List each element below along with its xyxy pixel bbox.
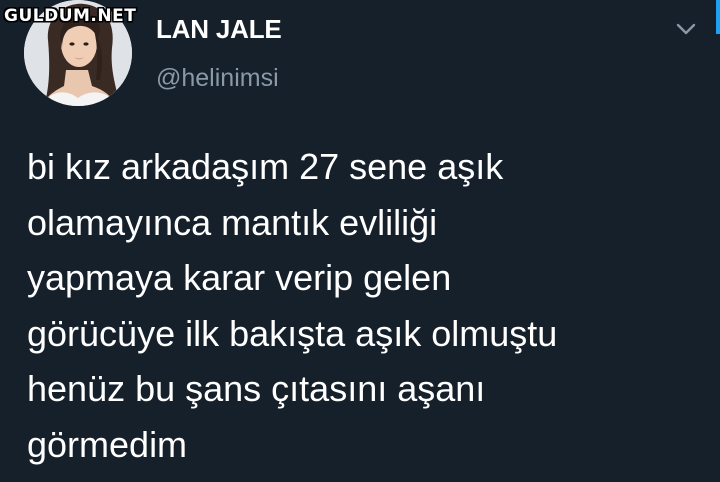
accent-strip xyxy=(716,0,720,34)
tweet-screenshot: GULDUM.NET LAN JALE @helinimsi bi kız ar… xyxy=(0,0,720,482)
watermark: GULDUM.NET xyxy=(4,6,137,26)
tweet-text-line: henüz bu şans çıtasını aşanı xyxy=(27,368,486,409)
tweet-text-line: görücüye ilk bakışta aşık olmuştu xyxy=(27,312,558,354)
tweet-text-line: yapmaya karar verip gelen xyxy=(27,257,452,298)
user-handle[interactable]: @helinimsi xyxy=(156,64,279,93)
tweet-text-line: bi kız arkadaşım 27 sene aşık xyxy=(27,146,504,187)
chevron-down-icon[interactable] xyxy=(674,18,698,40)
tweet-text-line: olamayınca mantık evliliği xyxy=(27,201,438,243)
display-name[interactable]: LAN JALE xyxy=(156,14,282,45)
tweet-text-line: görmedim xyxy=(27,423,188,465)
tweet-text: bi kız arkadaşım 27 sene aşık olamayınca… xyxy=(27,139,717,472)
